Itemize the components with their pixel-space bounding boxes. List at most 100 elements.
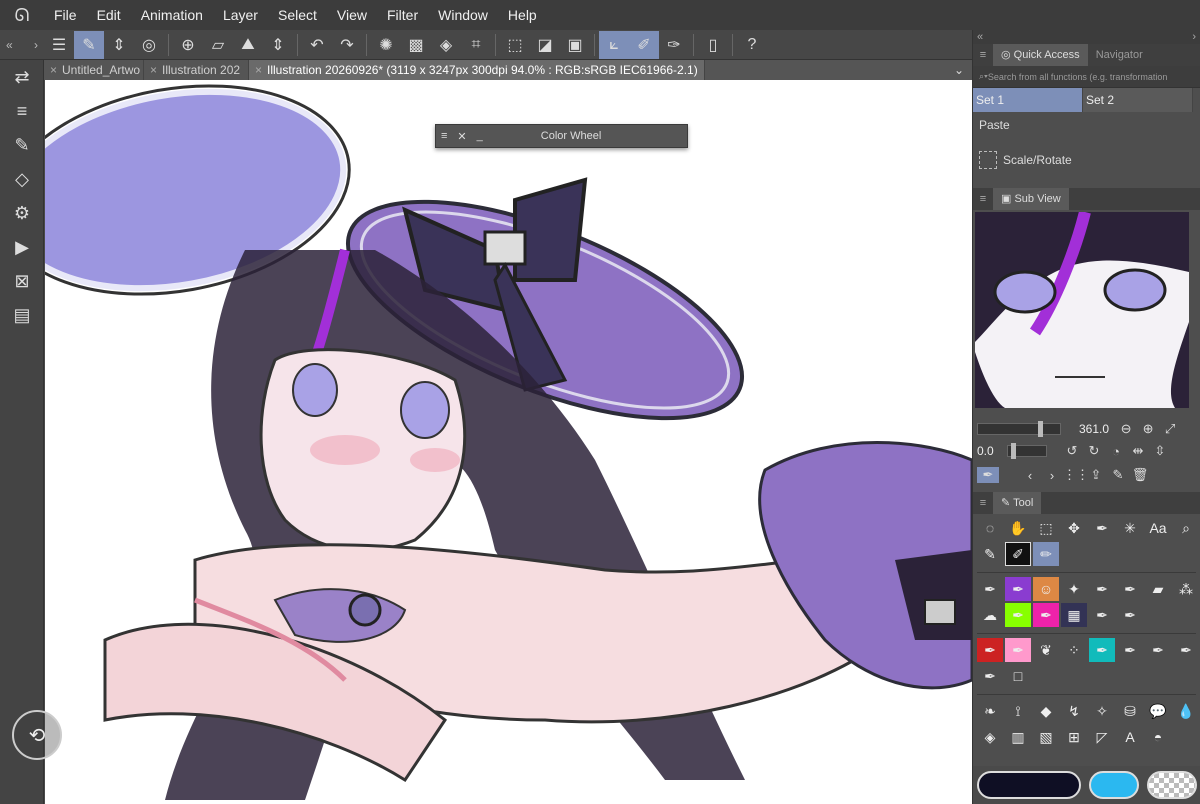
minimize-icon[interactable]: _: [472, 130, 488, 142]
hand-tool-icon[interactable]: ✋: [1005, 516, 1031, 540]
rotation-slider-knob[interactable]: [1011, 443, 1016, 459]
deselect-icon[interactable]: ⬚: [500, 31, 530, 59]
pencil-tool-icon[interactable]: ✏: [1033, 542, 1059, 566]
save-icon[interactable]: ⛰: [233, 31, 263, 59]
menu-select[interactable]: Select: [268, 0, 327, 30]
sparkle-tool-icon[interactable]: ✳: [1117, 516, 1143, 540]
invert-selection-icon[interactable]: ◪: [530, 31, 560, 59]
drag-handle-icon[interactable]: ≡: [436, 130, 452, 142]
tab-navigator[interactable]: Navigator: [1088, 44, 1151, 66]
menu-window[interactable]: Window: [428, 0, 498, 30]
nib-brush-icon-4[interactable]: ✒: [977, 664, 1003, 688]
tab-quick-access[interactable]: ◎ Quick Access: [993, 44, 1088, 66]
feather-brush-icon[interactable]: ❦: [1033, 638, 1059, 662]
glitch-brush-icon[interactable]: ▦: [1061, 603, 1087, 627]
exchange-icon[interactable]: ⇄: [0, 60, 44, 94]
collapse-left-icon[interactable]: «: [977, 31, 983, 43]
edit-mode-icon[interactable]: ✎: [74, 30, 104, 59]
open-folder-icon[interactable]: ▱: [203, 31, 233, 59]
loading-icon[interactable]: ✺: [371, 31, 401, 59]
drag-handle-icon[interactable]: ≡: [973, 497, 993, 509]
import-icon[interactable]: ⇪: [1085, 467, 1107, 483]
layers-icon[interactable]: ◇: [0, 162, 44, 196]
character-brush-icon[interactable]: ☺: [1033, 577, 1059, 601]
edit-icon[interactable]: ✎: [1107, 467, 1129, 483]
transparent-color-swatch[interactable]: [1147, 771, 1197, 799]
layer-settings-icon[interactable]: ⚙: [0, 196, 44, 230]
spray-brush-icon[interactable]: ⁂: [1173, 577, 1199, 601]
light-pink-brush-icon[interactable]: ✒: [1005, 638, 1031, 662]
nib-brush-icon-2[interactable]: ✒: [1145, 638, 1171, 662]
menu-file[interactable]: File: [44, 0, 87, 30]
type-tool-icon[interactable]: A: [1117, 725, 1143, 749]
menu-filter[interactable]: Filter: [377, 0, 428, 30]
menu-animation[interactable]: Animation: [131, 0, 213, 30]
main-color-swatch[interactable]: [977, 771, 1081, 799]
figure-tool-icon[interactable]: ◸: [1089, 725, 1115, 749]
nib-brush-icon-3[interactable]: ✒: [1173, 638, 1199, 662]
fill-icon[interactable]: ◈: [431, 31, 461, 59]
zoom-slider[interactable]: [977, 421, 1061, 437]
snap-ruler-icon[interactable]: ⟀: [599, 30, 629, 59]
properties-icon[interactable]: ▤: [0, 298, 44, 332]
expand-right-icon[interactable]: ›: [1192, 31, 1196, 43]
smartphone-icon[interactable]: ▯: [698, 31, 728, 59]
function-search-input[interactable]: ⌕▾ Search from all functions (e.g. trans…: [973, 66, 1200, 88]
menu-hamburger-icon[interactable]: ☰: [44, 31, 74, 59]
collapse-left-icon[interactable]: «: [6, 38, 13, 52]
blur-tool-icon[interactable]: ◓: [1145, 725, 1171, 749]
help-icon[interactable]: ?: [737, 31, 767, 59]
previous-icon[interactable]: ‹: [1019, 468, 1041, 483]
set-1-tab[interactable]: Set 1: [973, 88, 1083, 112]
pink-brush-icon[interactable]: ✒: [1033, 603, 1059, 627]
app-logo-icon[interactable]: ᘏ: [0, 0, 44, 30]
pen-tool-icon[interactable]: ✎: [977, 542, 1003, 566]
sparkle-brush-icon[interactable]: ✦: [1061, 577, 1087, 601]
expand-right-icon[interactable]: ›: [34, 38, 38, 52]
brush-icon[interactable]: ✒: [977, 577, 1003, 601]
sub-view-image[interactable]: [975, 212, 1189, 408]
sub-color-swatch[interactable]: [1089, 771, 1139, 799]
transform-icon[interactable]: ⌗: [461, 31, 491, 59]
record-icon[interactable]: ◎: [134, 31, 164, 59]
menu-help[interactable]: Help: [498, 0, 547, 30]
close-icon[interactable]: ×: [255, 63, 262, 77]
menu-view[interactable]: View: [327, 0, 377, 30]
vector-tool-icon[interactable]: ⟟: [1005, 699, 1031, 723]
undo-icon[interactable]: ↶: [302, 31, 332, 59]
tab-untitled-artwork[interactable]: × Untitled_Artwo: [44, 60, 144, 80]
ink-brush-icon[interactable]: ✐: [1005, 542, 1031, 566]
eraser-brush-icon[interactable]: ▰: [1145, 577, 1171, 601]
quick-access-scale-rotate[interactable]: Scale/Rotate: [973, 138, 1200, 182]
rotation-slider[interactable]: [1007, 443, 1047, 459]
ruler-tool-icon[interactable]: ⊞: [1061, 725, 1087, 749]
leaf-tool-icon[interactable]: ❧: [977, 699, 1003, 723]
bucket-tool-icon[interactable]: ◈: [977, 725, 1003, 749]
scatter-brush-icon[interactable]: ⁘: [1061, 638, 1087, 662]
close-icon[interactable]: ✕: [452, 130, 471, 143]
toggle-arrows-icon[interactable]: ⇕: [104, 31, 134, 59]
menu-edit[interactable]: Edit: [87, 0, 131, 30]
rotate-right-icon[interactable]: ↻: [1083, 443, 1105, 459]
blend-tool-icon[interactable]: ↯: [1061, 699, 1087, 723]
gradient-tool-icon[interactable]: ▧: [1033, 725, 1059, 749]
eyedropper-icon[interactable]: ✒: [977, 467, 999, 483]
close-icon[interactable]: ×: [150, 63, 157, 77]
canvas-rotate-icon[interactable]: ⟲: [12, 710, 62, 760]
fill-tool-icon[interactable]: ⛁: [1117, 699, 1143, 723]
tab-sub-view[interactable]: ▣ Sub View: [993, 188, 1069, 210]
reset-rotation-icon[interactable]: ◔: [1105, 444, 1127, 459]
quick-access-paste[interactable]: Paste: [973, 112, 1200, 138]
move-tool-icon[interactable]: ✥: [1061, 516, 1087, 540]
purple-brush-icon[interactable]: ✒: [1005, 577, 1031, 601]
tab-illustration-active[interactable]: × Illustration 20260926* (3119 x 3247px 3…: [249, 60, 705, 80]
frame-tool-icon[interactable]: ▥: [1005, 725, 1031, 749]
next-icon[interactable]: ›: [1041, 468, 1063, 483]
zoom-out-icon[interactable]: ⊖: [1115, 421, 1137, 437]
lasso-tool-icon[interactable]: ◌: [977, 516, 1003, 540]
blank-brush-icon[interactable]: □: [1005, 664, 1031, 688]
drag-handle-icon[interactable]: ≡: [973, 193, 993, 205]
balloon-tool-icon[interactable]: 💬: [1145, 699, 1171, 723]
tab-tool[interactable]: ✎ Tool: [993, 492, 1042, 514]
close-panel-icon[interactable]: ⊠: [0, 264, 44, 298]
